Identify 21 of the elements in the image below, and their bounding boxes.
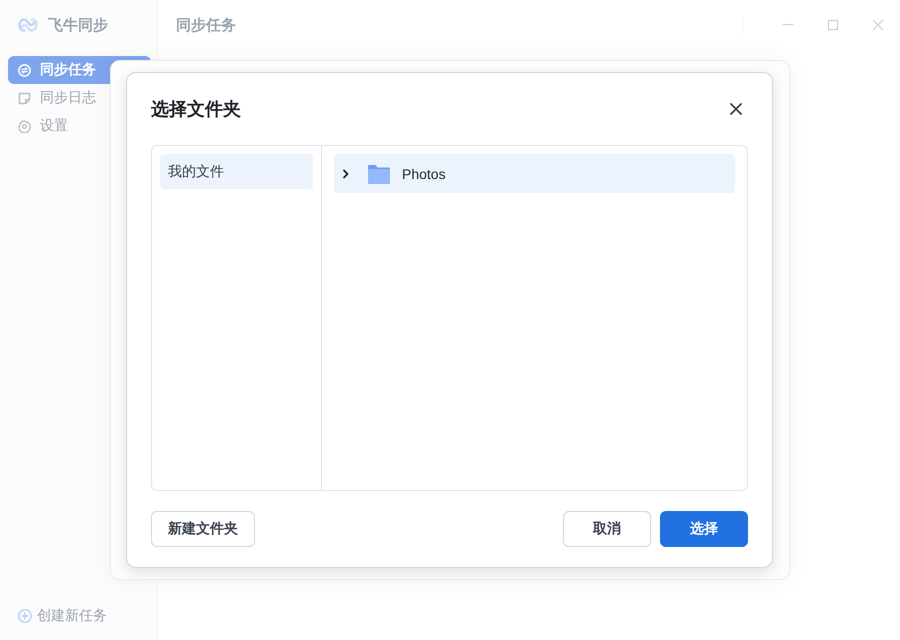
cancel-button[interactable]: 取消 bbox=[563, 511, 651, 547]
folder-row[interactable]: Photos bbox=[334, 154, 735, 193]
chevron-right-icon[interactable] bbox=[341, 168, 351, 178]
folder-icon bbox=[368, 164, 390, 184]
maximize-icon bbox=[826, 19, 838, 31]
dialog-title: 选择文件夹 bbox=[151, 98, 241, 121]
create-task-button[interactable]: 创建新任务 bbox=[8, 602, 113, 630]
close-icon bbox=[872, 19, 884, 31]
select-button[interactable]: 选择 bbox=[660, 511, 748, 547]
new-folder-button[interactable]: 新建文件夹 bbox=[151, 511, 255, 547]
sync-icon bbox=[18, 64, 31, 76]
nav-item[interactable]: 设置 bbox=[8, 112, 151, 140]
add-icon bbox=[18, 609, 32, 623]
location-item[interactable]: 我的文件 bbox=[160, 154, 313, 189]
nav-item[interactable]: 同步日志 bbox=[8, 84, 151, 112]
logo-icon bbox=[18, 16, 38, 34]
note-icon bbox=[18, 92, 31, 104]
app-name: 飞牛同步 bbox=[48, 16, 108, 34]
close-icon bbox=[730, 103, 742, 115]
page-title: 同步任务 bbox=[176, 16, 236, 34]
settings-icon bbox=[18, 120, 31, 132]
